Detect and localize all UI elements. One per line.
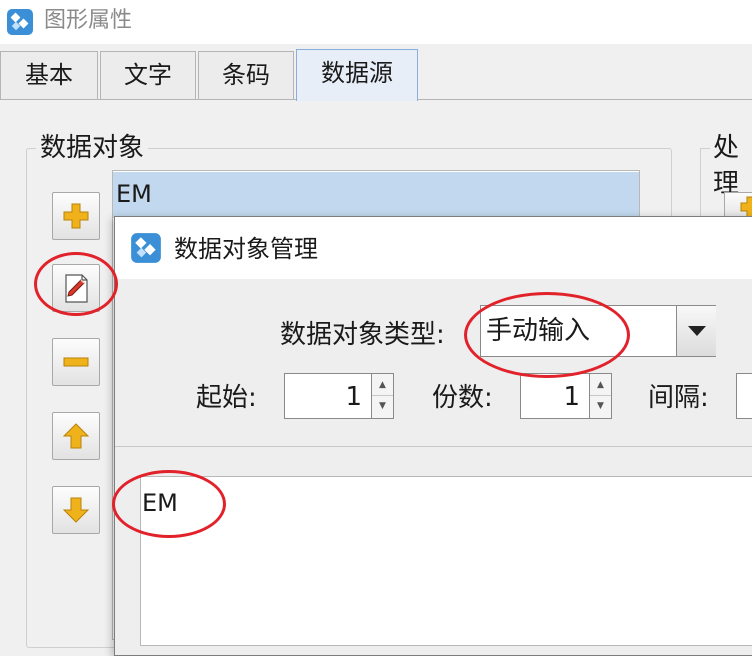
start-label: 起始: (196, 383, 257, 413)
tab-basic[interactable]: 基本 (0, 51, 98, 99)
copies-decrement-button[interactable]: ▼ (590, 395, 611, 417)
app-logo-icon (7, 9, 33, 35)
move-up-button[interactable] (52, 412, 100, 460)
data-object-group-title: 数据对象 (36, 130, 149, 166)
interval-label: 间隔: (648, 383, 709, 413)
move-down-button[interactable] (52, 486, 100, 534)
list-item-label: EM (116, 180, 152, 208)
dialog-title: 数据对象管理 (174, 235, 318, 263)
minus-icon (63, 357, 89, 367)
type-dropdown-button[interactable] (676, 306, 716, 356)
data-object-type-label: 数据对象类型: (280, 320, 445, 350)
arrow-down-icon (62, 497, 90, 523)
highlight-circle-edit-button (34, 252, 118, 316)
tab-datasource[interactable]: 数据源 (296, 49, 418, 101)
remove-button[interactable] (52, 338, 100, 386)
start-spinner[interactable]: ▲ ▼ (371, 374, 393, 418)
start-increment-button[interactable]: ▲ (372, 374, 393, 396)
tab-barcode[interactable]: 条码 (198, 51, 294, 99)
copies-increment-button[interactable]: ▲ (590, 374, 611, 396)
start-value: 1 (345, 382, 362, 412)
plus-icon (63, 203, 89, 229)
interval-input[interactable] (736, 373, 752, 419)
window-title: 图形属性 (44, 8, 133, 33)
highlight-circle-type-value (464, 292, 630, 378)
highlight-circle-content (112, 470, 226, 538)
tab-text[interactable]: 文字 (100, 51, 196, 99)
content-textarea[interactable] (140, 476, 752, 646)
dialog-logo-icon (131, 233, 161, 263)
copies-spinner[interactable]: ▲ ▼ (589, 374, 611, 418)
list-item-selected[interactable] (113, 172, 639, 218)
arrow-up-icon (62, 423, 90, 449)
copies-value: 1 (563, 382, 580, 412)
dialog-separator (115, 446, 752, 447)
copies-label: 份数: (432, 383, 493, 413)
start-decrement-button[interactable]: ▼ (372, 395, 393, 417)
add-button[interactable] (52, 192, 100, 240)
chevron-down-icon (687, 326, 706, 336)
